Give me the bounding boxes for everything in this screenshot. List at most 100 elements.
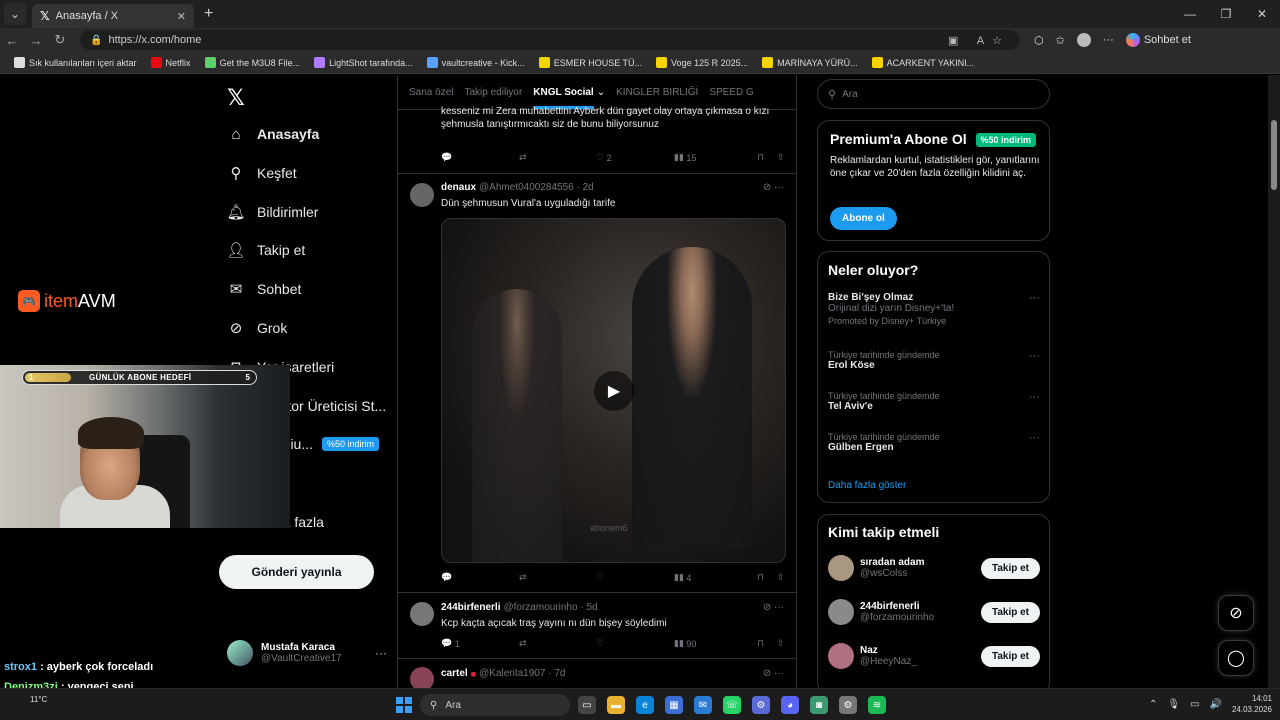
views-button[interactable]: ▮▮ 90 [674,638,757,649]
edge-icon[interactable]: e [636,696,654,714]
task-view-icon[interactable]: ▭ [578,696,596,714]
follow-button[interactable]: Takip et [980,645,1040,667]
mail-icon[interactable]: ✉ [694,696,712,714]
trend-item[interactable]: Türkiye tarihinde gündemde Gülben Ergen ··… [828,432,1040,453]
minimize-icon[interactable]: — [1172,0,1208,28]
nav-item-3[interactable]: 🔔︎ Bildirimler [226,203,318,221]
more-icon[interactable]: ··· [1029,292,1040,304]
grok-icon[interactable]: ⊘ ··· [763,182,784,193]
whatsapp-icon[interactable]: ☏ [723,696,741,714]
page-scrollbar[interactable] [1268,75,1280,688]
subscribe-button[interactable]: Abone ol [830,207,897,230]
video-player[interactable]: ▶ abonem6 [441,218,786,563]
windows-start-icon[interactable] [396,697,412,713]
trend-item[interactable]: Türkiye tarihinde gündemde Tel Aviv'e ··· [828,391,1040,412]
more-icon[interactable]: ··· [1029,391,1040,403]
app-icon[interactable]: ⚙ [839,696,857,714]
like-icon[interactable]: ♡ [596,572,674,583]
tweet-author[interactable]: denaux [441,182,476,193]
volume-icon[interactable]: 🔊 [1210,699,1222,710]
nav-item-1[interactable]: ⌂ Anasayfa [227,125,319,143]
x-logo-icon[interactable]: 𝕏 [227,85,245,111]
taskbar-search[interactable]: ⚲ Ara [420,694,570,716]
trend-item[interactable]: Türkiye tarihinde gündemde Erol Köse ··· [828,350,1040,371]
search-input[interactable]: ⚲ Ara [817,79,1050,109]
bookmark-item[interactable]: ACARKENT YAKINI... [871,57,974,68]
app-icon[interactable]: ◙ [810,696,828,714]
views-button[interactable]: ▮▮ 4 [674,572,757,583]
play-icon[interactable]: ▶ [594,371,634,411]
window-close-icon[interactable]: ✕ [1244,0,1280,28]
avatar[interactable] [828,599,854,625]
nav-item-4[interactable]: 👤︎ Takip et [226,241,305,259]
mic-icon[interactable]: 🎙 [1167,699,1180,710]
reply-icon[interactable]: 💬 [441,572,519,583]
bookmark-item[interactable]: Voge 125 R 2025... [656,57,748,68]
bookmark-item[interactable]: ESMER HOUSE TÜ... [538,57,642,68]
show-more-link[interactable]: Daha fazla göster [828,480,906,491]
tweet-handle[interactable]: @Ahmet0400284556 · 2d [479,182,594,193]
discord-icon[interactable]: ◕ [781,696,799,714]
follow-suggestion[interactable]: Naz @HeeyNaz_ Takip et [828,643,1040,669]
clock[interactable]: 14:01 24.03.2026 [1232,693,1272,715]
timeline-tab[interactable]: KINGLER BIRLIĞİ [616,87,698,98]
avatar[interactable] [828,555,854,581]
repost-icon[interactable]: ⇄ [519,638,596,649]
bookmark-icon[interactable]: ⊓ [757,638,777,649]
timeline-tab[interactable]: KNGL Social [533,87,595,109]
back-icon[interactable]: ← [0,33,24,48]
follow-button[interactable]: Takip et [980,601,1040,623]
file-explorer-icon[interactable]: ▬ [607,696,625,714]
account-switcher[interactable]: Mustafa Karaca @VaultCreative17 ··· [227,640,387,666]
bookmark-item[interactable]: LightShot tarafında... [314,57,413,68]
timeline-tab[interactable]: Sana özel [409,87,453,98]
url-toolbar-icons[interactable]: ▣ A☆ [948,34,1010,47]
bookmark-icon[interactable]: ⊓ [757,152,777,163]
bookmark-icon[interactable]: ⊓ [757,572,777,583]
extensions-icon[interactable]: ⬡ [1034,34,1044,47]
nav-item-5[interactable]: ✉ Sohbet [227,280,302,298]
bookmark-item[interactable]: vaultcreative - Kick... [426,57,525,68]
like-button[interactable]: ♡ 2 [596,152,674,163]
copilot-chat-button[interactable]: Sohbet et [1125,33,1191,47]
tweet-handle[interactable]: @forzamourinho · 5d [503,602,597,613]
avatar[interactable] [828,643,854,669]
settings-icon[interactable]: ⚙ [752,696,770,714]
repost-icon[interactable]: ⇄ [519,572,596,583]
messages-fab-icon[interactable]: ◯ [1218,640,1254,676]
tweet-author[interactable]: cartel [441,668,468,679]
timeline-tab[interactable]: SPEED G [709,87,753,98]
trend-item[interactable]: Bize Bi'şey Olmaz Orijinal dizi yarın Dis… [828,292,1040,326]
spotify-icon[interactable]: ≋ [868,696,886,714]
follow-button[interactable]: Takip et [980,557,1040,579]
bookmark-item[interactable]: MARİNAYA YÜRÜ... [762,57,858,68]
share-icon[interactable]: ⇧ [777,572,785,583]
store-icon[interactable]: ▦ [665,696,683,714]
profile-avatar[interactable] [1076,33,1091,47]
bookmark-item[interactable]: Netflix [150,57,191,68]
more-icon[interactable]: ··· [1029,432,1040,444]
share-icon[interactable]: ⇧ [777,152,785,163]
nav-item-2[interactable]: ⚲ Keşfet [227,164,297,182]
tweet-handle[interactable]: @Kalerita1907 · 7d [479,668,565,679]
bookmark-item[interactable]: Get the M3U8 File... [204,57,300,68]
nav-item-6[interactable]: ⊘ Grok [227,319,288,337]
reply-icon[interactable]: 💬 [441,152,519,163]
avatar[interactable] [410,183,434,207]
post-button[interactable]: Gönderi yayınla [219,555,374,589]
more-icon[interactable]: ··· [375,646,387,660]
favorites-icon[interactable]: ✩ [1056,34,1065,47]
more-icon[interactable]: ··· [1029,350,1040,362]
more-icon[interactable]: ··· [1103,34,1114,46]
url-field[interactable]: 🔒 https://x.com/home ▣ A☆ [80,30,1020,50]
reload-icon[interactable]: ↻ [48,32,72,48]
bookmark-item[interactable]: Sık kullanılanları içeri aktar [14,57,137,68]
grok-icon[interactable]: ⊘ ··· [763,602,784,613]
weather-widget[interactable]: 11°C [30,695,47,704]
avatar[interactable] [410,602,434,626]
reply-button[interactable]: 💬 1 [441,638,519,649]
chevron-down-icon[interactable]: ⌄ [597,87,605,98]
forward-icon[interactable]: → [24,33,48,48]
like-icon[interactable]: ♡ [596,638,674,649]
tab-actions-icon[interactable]: ⌄ [4,3,26,25]
